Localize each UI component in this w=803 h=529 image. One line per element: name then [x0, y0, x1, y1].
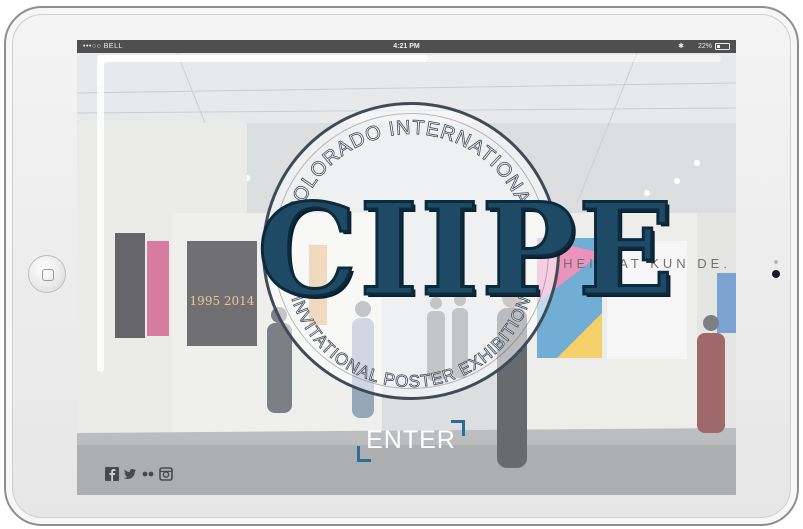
- facebook-icon[interactable]: [105, 467, 119, 481]
- instagram-icon[interactable]: [159, 467, 173, 481]
- light-sensor: [774, 260, 778, 264]
- vertical-scrollbar[interactable]: [97, 62, 104, 372]
- social-links: [105, 466, 173, 482]
- scroll-progress-track: [97, 55, 721, 62]
- home-button[interactable]: [28, 255, 66, 293]
- enter-label: ENTER: [366, 426, 456, 454]
- logo-wordmark: CIIPE: [256, 175, 676, 326]
- app-screen: •••○○ BELL 4:21 PM ✱ 22% 1995 2014 HEI M…: [77, 40, 736, 495]
- camera-icon: [772, 270, 780, 278]
- enter-button[interactable]: ENTER: [353, 420, 469, 464]
- flickr-icon[interactable]: [141, 467, 155, 481]
- scroll-progress-fill: [97, 55, 428, 62]
- twitter-icon[interactable]: [123, 467, 137, 481]
- home-square-icon: [42, 269, 54, 281]
- frame-corner-decoration: [97, 55, 127, 85]
